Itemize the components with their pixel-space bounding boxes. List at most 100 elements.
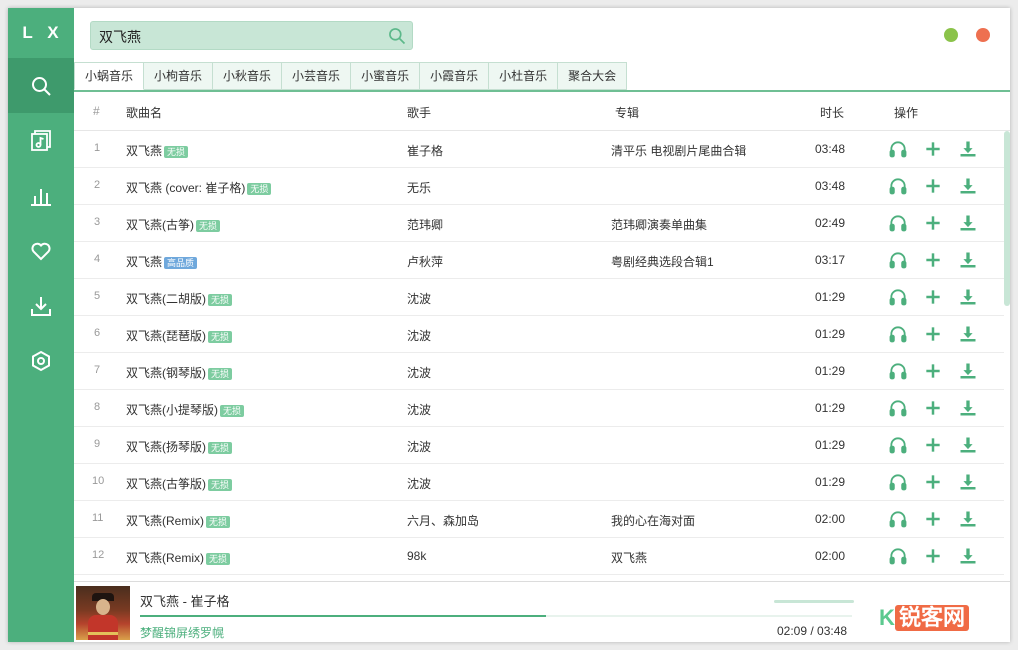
add-plus-icon[interactable]: [923, 213, 943, 233]
album-cover[interactable]: [76, 586, 130, 640]
sidebar-item-settings[interactable]: [8, 333, 74, 388]
table-row[interactable]: 8 双飞燕(小提琴版) 无损 沈波 01:29: [74, 390, 1004, 427]
header-singer: 歌手: [407, 106, 432, 120]
tab-source-6[interactable]: 小霞音乐: [420, 62, 490, 90]
add-plus-icon[interactable]: [923, 509, 943, 529]
cover-trim: [88, 632, 118, 635]
tab-source-5[interactable]: 小蜜音乐: [351, 62, 421, 90]
row-actions: [888, 287, 993, 307]
table-row[interactable]: 3 双飞燕(古筝) 无损 范玮卿 范玮卿演奏单曲集 02:49: [74, 205, 1004, 242]
listen-headphone-icon[interactable]: [888, 546, 908, 566]
listen-headphone-icon[interactable]: [888, 139, 908, 159]
leaderboard-icon: [31, 188, 51, 206]
song-duration: 03:48: [815, 179, 846, 193]
download-icon[interactable]: [958, 546, 978, 566]
cover-face: [96, 599, 110, 615]
listen-headphone-icon[interactable]: [888, 509, 908, 529]
watermark-logo: K: [879, 605, 895, 630]
download-icon[interactable]: [958, 435, 978, 455]
tab-source-1[interactable]: 小蜗音乐: [74, 62, 145, 90]
add-plus-icon[interactable]: [923, 324, 943, 344]
tab-source-3[interactable]: 小秋音乐: [213, 62, 283, 90]
download-icon[interactable]: [958, 176, 978, 196]
song-name: 双飞燕(扬琴版): [126, 440, 206, 454]
header-name: 歌曲名: [126, 106, 163, 120]
search-input[interactable]: [97, 22, 381, 51]
songlist-icon: [31, 129, 51, 151]
download-icon[interactable]: [958, 287, 978, 307]
download-icon[interactable]: [958, 139, 978, 159]
singer-name: 沈波: [407, 292, 432, 306]
minimize-button[interactable]: [944, 28, 958, 42]
tab-source-2[interactable]: 小枸音乐: [144, 62, 214, 90]
tab-source-4[interactable]: 小芸音乐: [282, 62, 352, 90]
row-number: 9: [93, 438, 101, 450]
download-icon[interactable]: [958, 361, 978, 381]
song-name-cell: 双飞燕(扬琴版) 无损: [126, 438, 233, 455]
listen-headphone-icon[interactable]: [888, 250, 908, 270]
download-icon[interactable]: [958, 213, 978, 233]
tab-source-7[interactable]: 小杜音乐: [489, 62, 559, 90]
quality-badge: 高品质: [164, 256, 198, 269]
download-icon[interactable]: [958, 250, 978, 270]
progress-bar[interactable]: [140, 615, 852, 617]
add-plus-icon[interactable]: [923, 472, 943, 492]
source-tabs: 小蜗音乐 小枸音乐 小秋音乐 小芸音乐 小蜜音乐 小霞音乐 小杜音乐 聚合大会: [74, 62, 628, 90]
add-plus-icon[interactable]: [923, 287, 943, 307]
search-icon[interactable]: [387, 26, 407, 46]
row-actions: [888, 250, 993, 270]
listen-headphone-icon[interactable]: [888, 176, 908, 196]
listen-headphone-icon[interactable]: [888, 435, 908, 455]
add-plus-icon[interactable]: [923, 546, 943, 566]
add-plus-icon[interactable]: [923, 139, 943, 159]
listen-headphone-icon[interactable]: [888, 472, 908, 492]
listen-headphone-icon[interactable]: [888, 361, 908, 381]
tab-source-8[interactable]: 聚合大会: [558, 62, 628, 90]
download-icon[interactable]: [958, 324, 978, 344]
table-row[interactable]: 1 双飞燕 无损 崔子格 清平乐 电视剧片尾曲合辑 03:48: [74, 131, 1004, 168]
add-plus-icon[interactable]: [923, 176, 943, 196]
table-row[interactable]: 9 双飞燕(扬琴版) 无损 沈波 01:29: [74, 427, 1004, 464]
sidebar-item-search[interactable]: [8, 58, 74, 113]
table-row[interactable]: 11 双飞燕(Remix) 无损 六月、森加岛 我的心在海对面 02:00: [74, 501, 1004, 538]
singer-name: 范玮卿: [407, 218, 444, 232]
song-duration: 01:29: [815, 327, 846, 341]
table-row[interactable]: 4 双飞燕 高品质 卢秋萍 粤剧经典选段合辑1 03:17: [74, 242, 1004, 279]
row-number: 2: [93, 179, 101, 191]
sidebar-item-songlist[interactable]: [8, 113, 74, 168]
sidebar-item-favorites[interactable]: [8, 223, 74, 278]
table-row[interactable]: 12 双飞燕(Remix) 无损 98k 双飞燕 02:00: [74, 538, 1004, 575]
table-row[interactable]: 6 双飞燕(琵琶版) 无损 沈波 01:29: [74, 316, 1004, 353]
quality-badge: 无损: [206, 552, 231, 565]
quality-badge: 无损: [208, 293, 233, 306]
scrollbar[interactable]: [1004, 131, 1010, 581]
table-row[interactable]: 5 双飞燕(二胡版) 无损 沈波 01:29: [74, 279, 1004, 316]
add-plus-icon[interactable]: [923, 435, 943, 455]
download-icon[interactable]: [958, 398, 978, 418]
table-row[interactable]: 10 双飞燕(古筝版) 无损 沈波 01:29: [74, 464, 1004, 501]
row-actions: [888, 324, 993, 344]
listen-headphone-icon[interactable]: [888, 398, 908, 418]
add-plus-icon[interactable]: [923, 398, 943, 418]
scrollbar-thumb[interactable]: [1004, 131, 1010, 306]
row-number: 4: [93, 253, 101, 265]
listen-headphone-icon[interactable]: [888, 324, 908, 344]
song-name-cell: 双飞燕(古筝版) 无损: [126, 475, 233, 492]
add-plus-icon[interactable]: [923, 250, 943, 270]
download-icon[interactable]: [958, 472, 978, 492]
volume-slider[interactable]: [774, 600, 854, 603]
listen-headphone-icon[interactable]: [888, 287, 908, 307]
table-row[interactable]: 2 双飞燕 (cover: 崔子格) 无损 无乐 03:48: [74, 168, 1004, 205]
sidebar-item-download[interactable]: [8, 278, 74, 333]
watermark: K 锐客网: [879, 601, 997, 637]
listen-headphone-icon[interactable]: [888, 213, 908, 233]
song-duration: 02:00: [815, 549, 846, 563]
player-bar: 双飞燕 - 崔子格 梦醒锦屏绣罗幌 02:09 / 03:48 K 锐客网: [74, 581, 1010, 642]
close-button[interactable]: [976, 28, 990, 42]
sidebar-item-leaderboard[interactable]: [8, 168, 74, 223]
download-icon: [31, 296, 51, 316]
download-icon[interactable]: [958, 509, 978, 529]
row-number: 12: [92, 549, 105, 561]
table-row[interactable]: 7 双飞燕(钢琴版) 无损 沈波 01:29: [74, 353, 1004, 390]
add-plus-icon[interactable]: [923, 361, 943, 381]
